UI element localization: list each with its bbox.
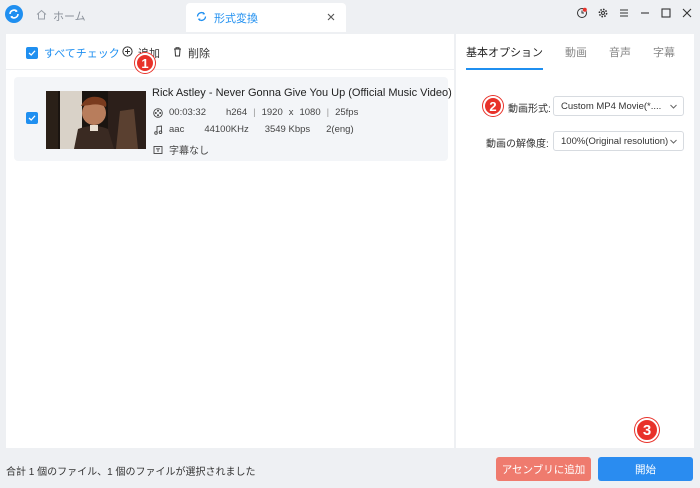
minimize-icon[interactable] — [638, 6, 652, 20]
file-title: Rick Astley - Never Gonna Give You Up (O… — [152, 87, 452, 99]
duration: 00:03:32 — [169, 107, 206, 118]
resolution-label: 動画の解像度: — [486, 139, 549, 150]
subtitle-meta-row: 字幕なし — [152, 142, 209, 157]
format-select[interactable]: Custom MP4 Movie(*.... — [553, 96, 684, 116]
check-all-label: すべてチェック — [44, 48, 120, 60]
record-icon[interactable] — [575, 6, 589, 20]
chevron-down-icon — [669, 137, 678, 149]
resolution-x: x — [288, 107, 294, 118]
tab-basic-options[interactable]: 基本オプション — [466, 34, 543, 70]
title-bar: ホーム 形式変換 — [0, 0, 700, 32]
video-codec: h264 — [225, 107, 248, 118]
tab-convert-label: 形式変換 — [214, 12, 258, 25]
music-note-icon — [152, 124, 163, 135]
file-checkbox[interactable] — [26, 112, 38, 124]
resolution-select[interactable]: 100%(Original resolution) — [553, 131, 684, 151]
tab-video[interactable]: 動画 — [565, 34, 587, 70]
start-button[interactable]: 開始 — [598, 457, 693, 481]
format-value: Custom MP4 Movie(*.... — [561, 100, 662, 112]
film-reel-icon — [152, 107, 163, 118]
audio-meta-row: aac 44100KHz 3549 Kbps 2(eng) — [152, 124, 354, 135]
window-close-icon[interactable] — [680, 6, 694, 20]
home-icon — [36, 9, 47, 23]
channels: 2(eng) — [326, 124, 354, 135]
plus-circle-icon — [122, 46, 133, 60]
tab-audio[interactable]: 音声 — [609, 34, 631, 70]
tab-home[interactable]: ホーム — [32, 0, 182, 32]
chevron-down-icon — [669, 102, 678, 114]
tab-subtitle[interactable]: 字幕 — [653, 34, 675, 70]
status-text: 合計 1 個のファイル、1 個のファイルが選択されました — [6, 467, 256, 478]
maximize-icon[interactable] — [659, 6, 673, 20]
annotation-badge-2: 2 — [483, 96, 503, 116]
options-tabs: 基本オプション 動画 音声 字幕 — [456, 34, 694, 70]
file-list-panel: すべてチェック 追加 削除 — [6, 34, 454, 448]
file-toolbar: すべてチェック 追加 削除 — [6, 34, 454, 70]
add-to-assembly-button[interactable]: アセンブリに追加 — [496, 457, 591, 481]
video-height: 1080 — [299, 107, 321, 118]
format-label: 動画形式: — [508, 104, 551, 115]
video-width: 1920 — [261, 107, 283, 118]
menu-icon[interactable] — [617, 6, 631, 20]
sample-rate: 44100KHz — [204, 124, 249, 135]
audio-codec: aac — [169, 124, 185, 135]
annotation-badge-1: 1 — [135, 53, 155, 73]
app-logo-icon — [5, 5, 23, 23]
refresh-icon — [196, 11, 207, 25]
delete-button[interactable]: 削除 — [172, 45, 210, 61]
separator: | — [253, 107, 256, 118]
close-icon[interactable] — [324, 10, 338, 24]
gear-icon[interactable] — [596, 6, 610, 20]
trash-icon — [172, 46, 183, 60]
subtitle-value: 字幕なし — [169, 146, 209, 157]
check-all-checkbox[interactable] — [26, 47, 38, 59]
file-list-item[interactable]: Rick Astley - Never Gonna Give You Up (O… — [14, 77, 452, 161]
bitrate: 3549 Kbps — [264, 124, 311, 135]
check-all-button[interactable]: すべてチェック — [26, 45, 120, 61]
video-thumbnail — [46, 91, 146, 149]
subtitle-icon — [152, 144, 163, 155]
tab-home-label: ホーム — [53, 11, 86, 23]
annotation-badge-3: 3 — [635, 418, 659, 442]
tab-convert[interactable]: 形式変換 — [186, 3, 346, 32]
delete-label: 削除 — [188, 48, 210, 60]
video-meta-row: 00:03:32 h264 | 1920 x 1080 | 25fps — [152, 107, 358, 118]
resolution-value: 100%(Original resolution) — [561, 135, 669, 147]
separator: | — [326, 107, 330, 118]
fps: 25fps — [335, 107, 359, 118]
